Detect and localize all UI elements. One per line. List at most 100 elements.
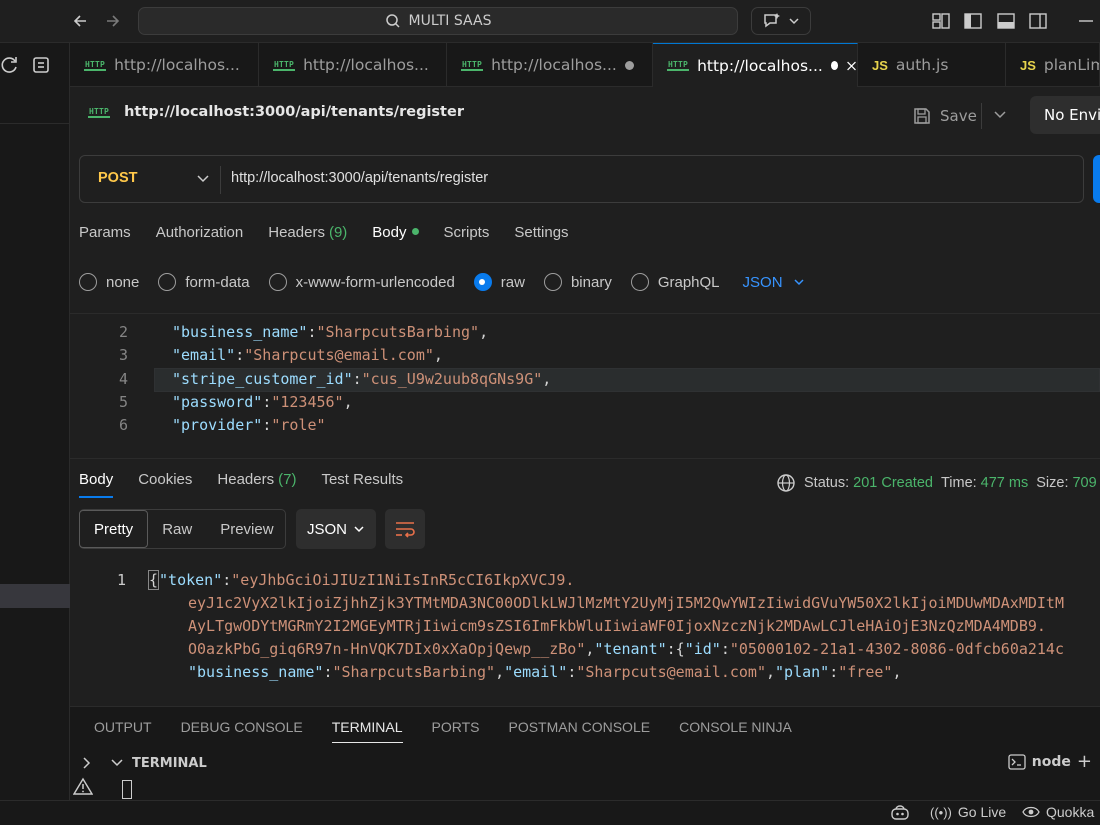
terminal-shell-button[interactable]: node +: [1008, 751, 1092, 772]
view-pretty-button[interactable]: Pretty: [79, 510, 149, 548]
radio-raw[interactable]: raw: [473, 273, 525, 291]
panel-tab-output[interactable]: OUTPUT: [94, 719, 152, 743]
back-arrow-icon[interactable]: [68, 9, 92, 33]
chevron-down-icon[interactable]: [110, 756, 124, 770]
radio-graphql[interactable]: GraphQL: [630, 273, 720, 291]
json-key: "business_name": [188, 663, 324, 681]
response-format-select[interactable]: JSON: [296, 509, 376, 549]
tab-authorization[interactable]: Authorization: [156, 224, 244, 241]
tab-params[interactable]: Params: [79, 224, 131, 241]
resp-tab-body[interactable]: Body: [79, 471, 114, 498]
add-terminal-icon[interactable]: +: [1077, 751, 1092, 772]
refresh-icon[interactable]: [0, 55, 20, 75]
panel-tab-postman-console[interactable]: POSTMAN CONSOLE: [508, 719, 650, 743]
command-center-search[interactable]: MULTI SAAS: [138, 7, 738, 35]
raw-format-select[interactable]: JSON: [743, 274, 805, 291]
customize-layout-icon[interactable]: [931, 11, 951, 31]
code-line: "business_name":"SharpcutsBarbing",: [172, 323, 489, 341]
http-icon: HTTP: [667, 60, 690, 71]
unsaved-dot-icon: [830, 61, 838, 70]
panel-tab-ports[interactable]: PORTS: [432, 719, 480, 743]
collapse-all-icon[interactable]: [31, 55, 51, 75]
json-key: "business_name": [172, 323, 308, 341]
panel-tab-debug-console[interactable]: DEBUG CONSOLE: [181, 719, 303, 743]
go-live-button[interactable]: ((•)) Go Live: [930, 804, 1006, 820]
globe-icon[interactable]: [776, 473, 796, 493]
tab-planlim-js[interactable]: JS planLim: [1006, 43, 1100, 87]
json-value: "role": [271, 416, 326, 434]
toggle-primary-sidebar-icon[interactable]: [963, 11, 983, 31]
terminal-title: TERMINAL: [132, 755, 207, 771]
tab-request-2[interactable]: HTTP http://localhos...: [259, 43, 447, 87]
tab-scripts[interactable]: Scripts: [444, 224, 490, 241]
json-key: "email": [172, 346, 236, 364]
copilot-icon: [891, 805, 909, 820]
tab-headers[interactable]: Headers (9): [268, 224, 347, 241]
save-button[interactable]: Save: [912, 100, 977, 132]
quokka-label: Quokka: [1046, 804, 1095, 820]
radio-urlencoded[interactable]: x-www-form-urlencoded: [268, 273, 455, 291]
view-raw-button[interactable]: Raw: [148, 521, 206, 538]
tab-request-3[interactable]: HTTP http://localhos...: [447, 43, 653, 87]
chevron-right-icon[interactable]: [80, 756, 94, 770]
save-label: Save: [940, 107, 977, 125]
line-number: 6: [118, 416, 128, 434]
resp-tab-tests[interactable]: Test Results: [321, 471, 403, 498]
word-wrap-button[interactable]: [385, 509, 425, 549]
panel-tab-console-ninja[interactable]: CONSOLE NINJA: [679, 719, 792, 743]
warning-icon[interactable]: [73, 777, 93, 795]
environment-selector[interactable]: No Envir: [1030, 96, 1100, 134]
url-input[interactable]: http://localhost:3000/api/tenants/regist…: [231, 170, 488, 186]
request-tabs: Params Authorization Headers (9) Body Scr…: [79, 224, 594, 241]
tab-request-1[interactable]: HTTP http://localhos...: [70, 43, 259, 87]
status-bar: ((•)) Go Live Quokka: [0, 800, 1100, 825]
radio-none[interactable]: none: [79, 273, 139, 291]
copilot-button[interactable]: [751, 7, 811, 35]
sidebar-selected-item[interactable]: [0, 584, 70, 608]
resp-tab-headers-label: Headers: [217, 471, 275, 488]
toggle-panel-icon[interactable]: [996, 11, 1016, 31]
radio-circle-icon: [79, 273, 97, 291]
divider: [981, 103, 982, 129]
radio-circle-icon: [158, 273, 177, 291]
search-icon: [385, 14, 400, 28]
json-key: "token": [159, 571, 223, 589]
terminal-header[interactable]: TERMINAL: [80, 751, 1100, 775]
request-body-editor[interactable]: 2 3 4 5 6 "business_name":"SharpcutsBarb…: [70, 313, 1100, 458]
tab-headers-label: Headers: [268, 224, 325, 241]
radio-form-data[interactable]: form-data: [158, 273, 250, 291]
tab-auth-js[interactable]: JS auth.js: [858, 43, 1006, 87]
resp-tab-headers[interactable]: Headers (7): [217, 471, 296, 498]
quokka-button[interactable]: Quokka: [1022, 804, 1094, 820]
forward-arrow-icon[interactable]: [101, 9, 125, 33]
chevron-down-icon[interactable]: [991, 105, 1009, 123]
url-bar: POST http://localhost:3000/api/tenants/r…: [79, 155, 1084, 203]
send-button[interactable]: [1093, 155, 1100, 203]
minimize-icon[interactable]: [1076, 11, 1096, 31]
terminal-cursor[interactable]: [122, 780, 132, 799]
copilot-status-icon[interactable]: [890, 804, 910, 822]
tab-settings[interactable]: Settings: [514, 224, 568, 241]
method-select[interactable]: POST: [98, 170, 137, 186]
request-title: HTTP http://localhost:3000/api/tenants/r…: [88, 104, 464, 120]
chevron-down-icon: [789, 18, 799, 25]
resp-tab-cookies[interactable]: Cookies: [138, 471, 192, 498]
response-pane: Body Cookies Headers (7) Test Results Sta…: [70, 458, 1100, 706]
close-icon[interactable]: [846, 59, 857, 73]
time-label: Time:: [940, 475, 977, 491]
divider: [220, 166, 221, 194]
code-line: "password":"123456",: [172, 393, 353, 411]
tab-body[interactable]: Body: [372, 224, 419, 241]
toggle-secondary-sidebar-icon[interactable]: [1028, 11, 1048, 31]
request-title-text: http://localhost:3000/api/tenants/regist…: [124, 104, 464, 120]
radio-binary[interactable]: binary: [543, 273, 612, 291]
line-number: 1: [116, 571, 126, 589]
json-key: "plan": [775, 663, 830, 681]
tab-request-active[interactable]: HTTP http://localhos...: [653, 43, 858, 87]
tab-label: planLim: [1043, 56, 1100, 74]
chevron-down-icon[interactable]: [195, 170, 211, 186]
line-number: 2: [118, 323, 128, 341]
view-preview-button[interactable]: Preview: [206, 521, 287, 538]
panel-tab-terminal[interactable]: TERMINAL: [331, 719, 403, 743]
json-key: "email": [504, 663, 568, 681]
